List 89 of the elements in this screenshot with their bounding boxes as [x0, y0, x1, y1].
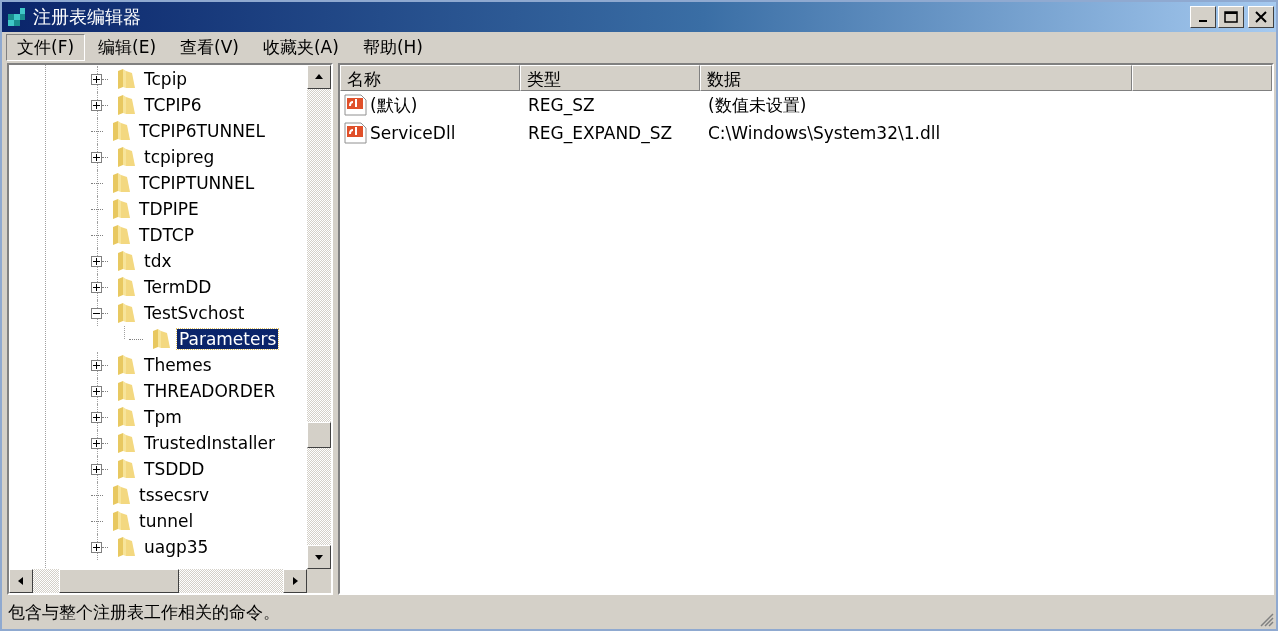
folder-icon: [116, 458, 136, 480]
resize-grip-icon[interactable]: [1260, 613, 1274, 627]
tree-item[interactable]: TermDD: [142, 277, 214, 297]
folder-icon: [116, 276, 136, 298]
tree-item[interactable]: TDPIPE: [137, 199, 201, 219]
arrow-icon: [314, 72, 324, 82]
arrow-icon: [290, 576, 300, 586]
tree-item[interactable]: Themes: [142, 355, 214, 375]
folder-icon: [116, 68, 136, 90]
window-title: 注册表编辑器: [33, 5, 142, 29]
close-button[interactable]: [1248, 6, 1274, 28]
tree-item[interactable]: tdx: [142, 251, 174, 271]
menu-item[interactable]: 查看(V): [169, 34, 250, 61]
folder-icon: [151, 328, 171, 350]
folder-icon: [116, 380, 136, 402]
folder-icon: [116, 432, 136, 454]
table-cell-text: (默认): [369, 93, 419, 117]
expand-toggle[interactable]: [91, 281, 102, 293]
horizontal-scrollbar[interactable]: [9, 569, 331, 593]
expand-toggle[interactable]: [91, 411, 102, 423]
folder-icon: [111, 172, 131, 194]
tree-item[interactable]: tssecsrv: [137, 485, 212, 505]
tree-item[interactable]: tunnel: [137, 511, 196, 531]
minimize-icon: [1199, 20, 1207, 22]
close-icon: [1254, 11, 1268, 23]
vertical-scrollbar[interactable]: [307, 65, 331, 569]
tree-item[interactable]: Parameters: [177, 329, 279, 349]
tree-item[interactable]: TSDDD: [142, 459, 207, 479]
status-text: 包含与整个注册表工作相关的命令。: [8, 600, 280, 624]
scroll-up-button[interactable]: [307, 65, 331, 89]
folder-icon: [111, 224, 131, 246]
table-cell-text: ServiceDll: [369, 123, 457, 143]
expand-toggle[interactable]: [91, 151, 102, 163]
folder-icon: [111, 120, 131, 142]
table-cell-text: C:\Windows\System32\1.dll: [707, 123, 942, 143]
tree-item[interactable]: TestSvchost: [142, 303, 247, 323]
scrollbar-corner: [307, 569, 331, 593]
tree-item[interactable]: Tcpip: [142, 69, 190, 89]
folder-icon: [116, 354, 136, 376]
scroll-down-button[interactable]: [307, 545, 331, 569]
folder-icon: [111, 198, 131, 220]
expand-toggle[interactable]: [91, 541, 102, 553]
expand-toggle[interactable]: [91, 385, 102, 397]
minimize-button[interactable]: [1190, 6, 1216, 28]
string-value-icon: [344, 94, 368, 116]
table-cell-text: REG_SZ: [527, 95, 596, 115]
tree-item[interactable]: uagp35: [142, 537, 211, 557]
folder-icon: [116, 250, 136, 272]
menu-item[interactable]: 帮助(H): [351, 34, 434, 61]
menu-item[interactable]: 编辑(E): [87, 34, 168, 61]
expand-toggle[interactable]: [91, 73, 102, 85]
menu-item[interactable]: 文件(F): [6, 34, 86, 61]
folder-icon: [116, 94, 136, 116]
expand-toggle[interactable]: [91, 437, 102, 449]
tree-item[interactable]: THREADORDER: [142, 381, 278, 401]
folder-icon: [111, 484, 131, 506]
column-header[interactable]: 数据: [700, 65, 1132, 91]
registry-app-icon: [7, 6, 27, 28]
expand-toggle[interactable]: [91, 99, 102, 111]
scroll-thumb[interactable]: [307, 422, 331, 448]
column-header[interactable]: 类型: [520, 65, 700, 91]
scroll-left-button[interactable]: [9, 569, 33, 593]
tree-item[interactable]: TCPIP6TUNNEL: [137, 121, 268, 141]
expand-toggle[interactable]: [91, 255, 102, 267]
tree-item[interactable]: tcpipreg: [142, 147, 217, 167]
tree-item[interactable]: Tpm: [142, 407, 184, 427]
table-cell-text: (数值未设置): [707, 93, 808, 117]
maximize-icon: [1224, 11, 1238, 23]
scroll-thumb[interactable]: [59, 569, 179, 593]
folder-icon: [116, 406, 136, 428]
tree-item[interactable]: TrustedInstaller: [142, 433, 278, 453]
arrow-icon: [16, 576, 26, 586]
folder-icon: [111, 510, 131, 532]
menu-item[interactable]: 收藏夹(A): [251, 34, 350, 61]
tree-item[interactable]: TDTCP: [137, 225, 196, 245]
column-header[interactable]: 名称: [340, 65, 520, 91]
folder-icon: [116, 146, 136, 168]
collapse-toggle[interactable]: [91, 307, 102, 319]
string-value-icon: [344, 122, 368, 144]
folder-icon: [116, 302, 136, 324]
folder-icon: [116, 536, 136, 558]
expand-toggle[interactable]: [91, 463, 102, 475]
tree-item[interactable]: TCPIPTUNNEL: [137, 173, 257, 193]
tree-item[interactable]: TCPIP6: [142, 95, 204, 115]
expand-toggle[interactable]: [91, 359, 102, 371]
scroll-right-button[interactable]: [283, 569, 307, 593]
maximize-button[interactable]: [1218, 6, 1244, 28]
table-cell-text: REG_EXPAND_SZ: [527, 123, 674, 143]
arrow-icon: [314, 552, 324, 562]
